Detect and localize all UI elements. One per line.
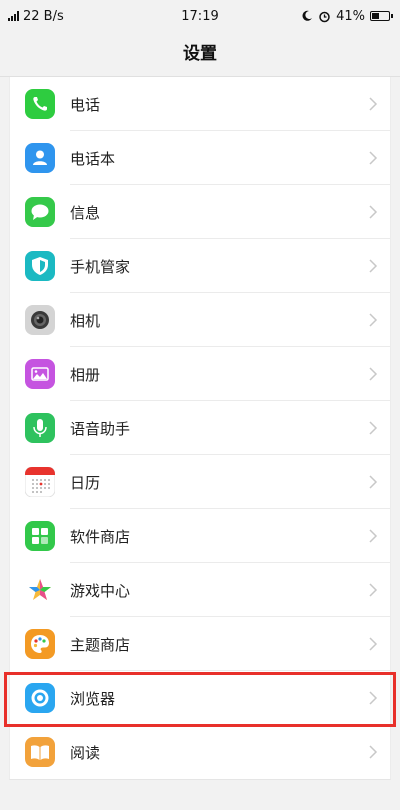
settings-item-label: 游戏中心 [70, 581, 131, 600]
settings-item-label: 信息 [70, 203, 101, 222]
network-speed: 22 B/s [23, 8, 64, 24]
battery-percent: 41% [336, 8, 365, 24]
settings-item-phone-manager[interactable]: 手机管家 [10, 239, 390, 293]
header: 设置 [0, 32, 400, 70]
battery-icon [370, 11, 393, 21]
settings-item-voice-assistant[interactable]: 语音助手 [10, 401, 390, 455]
signal-icon [8, 11, 19, 21]
camera-icon [25, 305, 55, 335]
settings-item-phone[interactable]: 电话 [10, 77, 390, 131]
browser-icon [25, 683, 55, 713]
settings-item-label: 相册 [70, 365, 101, 384]
settings-item-label: 主题商店 [70, 635, 131, 654]
chevron-right-icon [369, 205, 378, 219]
settings-item-browser[interactable]: 浏览器 [10, 671, 390, 725]
chevron-right-icon [369, 421, 378, 435]
book-icon [25, 737, 55, 767]
settings-item-label: 相机 [70, 311, 101, 330]
chevron-right-icon [369, 97, 378, 111]
settings-item-app-store[interactable]: 软件商店 [10, 509, 390, 563]
settings-item-label: 阅读 [70, 743, 101, 762]
app-store-icon [25, 521, 55, 551]
settings-item-label: 日历 [70, 473, 101, 492]
microphone-icon [25, 413, 55, 443]
settings-item-game-center[interactable]: 游戏中心 [10, 563, 390, 617]
chevron-right-icon [369, 583, 378, 597]
settings-item-messages[interactable]: 信息 [10, 185, 390, 239]
settings-item-gallery[interactable]: 相册 [10, 347, 390, 401]
settings-item-calendar[interactable]: 日历 [10, 455, 390, 509]
chevron-right-icon [369, 367, 378, 381]
chevron-right-icon [369, 637, 378, 651]
contacts-icon [25, 143, 55, 173]
settings-list: 电话 电话本 信息 手机管家 相机 相册 语音助手 日历 软件商店 游戏中心 主… [9, 77, 391, 780]
settings-item-label: 手机管家 [70, 257, 131, 276]
palette-icon [25, 629, 55, 659]
settings-item-label: 电话本 [70, 149, 116, 168]
status-bar: 22 B/s 17:19 41% [0, 0, 400, 32]
settings-item-reading[interactable]: 阅读 [10, 725, 390, 779]
chevron-right-icon [369, 475, 378, 489]
settings-item-label: 浏览器 [70, 689, 116, 708]
chevron-right-icon [369, 259, 378, 273]
status-left: 22 B/s [8, 9, 64, 24]
message-icon [25, 197, 55, 227]
chevron-right-icon [369, 745, 378, 759]
settings-item-camera[interactable]: 相机 [10, 293, 390, 347]
status-right: 41% [301, 8, 393, 24]
page-title: 设置 [183, 43, 217, 64]
settings-item-label: 语音助手 [70, 419, 131, 438]
settings-item-label: 电话 [70, 95, 101, 114]
calendar-icon [25, 467, 55, 497]
alarm-icon [319, 11, 330, 22]
bottom-margin [0, 790, 400, 810]
chevron-right-icon [369, 313, 378, 327]
chevron-right-icon [369, 151, 378, 165]
settings-item-theme-store[interactable]: 主题商店 [10, 617, 390, 671]
moon-icon [302, 10, 313, 21]
gallery-icon [25, 359, 55, 389]
chevron-right-icon [369, 529, 378, 543]
shield-icon [25, 251, 55, 281]
game-center-icon [25, 575, 55, 605]
settings-item-contacts[interactable]: 电话本 [10, 131, 390, 185]
chevron-right-icon [369, 691, 378, 705]
phone-icon [25, 89, 55, 119]
settings-item-label: 软件商店 [70, 527, 131, 546]
